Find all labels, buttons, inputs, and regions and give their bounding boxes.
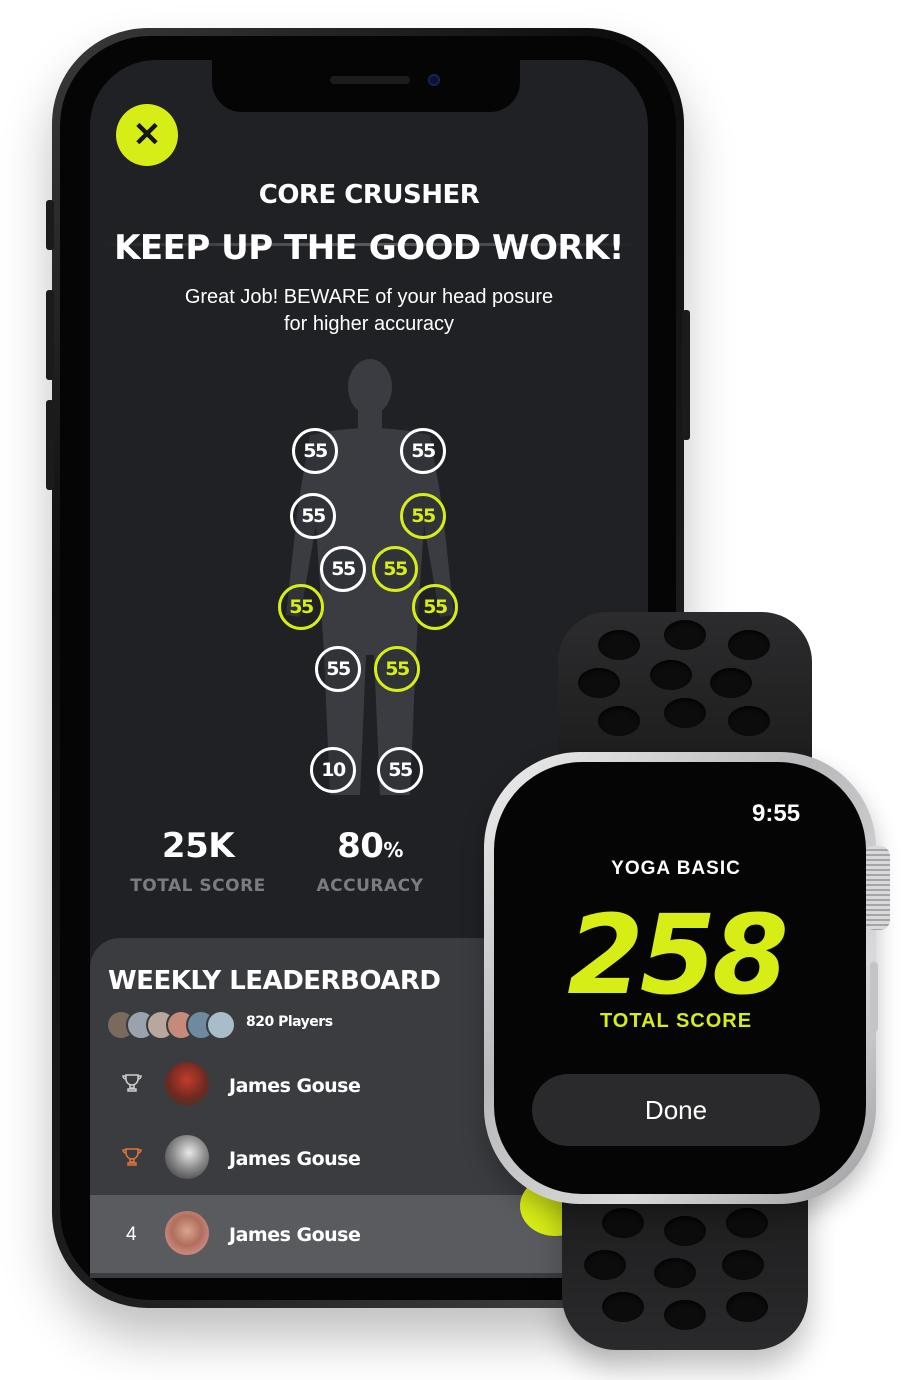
front-camera [428,74,440,86]
feedback-line-1: Great Job! BEWARE of your head posure [184,286,554,308]
rank-number: 4 [126,1224,137,1245]
leaderboard-title: WEEKLY LEADERBOARD [108,966,441,996]
volume-down-button [46,400,54,490]
body-score-badge-highlight: 55 [412,584,458,630]
accuracy-label: ACCURACY [316,876,424,896]
body-score-badge: 55 [315,646,361,692]
body-score-badge-highlight: 55 [278,584,324,630]
players-count: 820 Players [246,1014,333,1030]
body-score-badge-highlight: 55 [400,493,446,539]
feedback-line-2: for higher accuracy [283,313,455,335]
mute-switch [46,200,54,250]
close-icon: ✕ [132,116,162,154]
player-name: James Gouse [229,1075,361,1097]
body-score-badge: 55 [400,428,446,474]
speaker-grille [330,76,410,84]
headline: KEEP UP THE GOOD WORK! [114,228,624,268]
body-score-badge: 55 [290,493,336,539]
digital-crown[interactable] [864,846,890,930]
body-score-badge: 55 [292,428,338,474]
player-name: James Gouse [229,1224,361,1246]
watch-workout-title: YOGA BASIC [611,858,741,879]
volume-up-button [46,290,54,380]
player-name: James Gouse [229,1148,361,1170]
avatar [206,1010,236,1040]
phone-notch [212,60,520,112]
body-score-badge-highlight: 55 [374,646,420,692]
power-button [682,310,690,440]
watch-score-label: TOTAL SCORE [599,1010,753,1032]
body-score-badge-highlight: 55 [372,546,418,592]
body-score-badge: 55 [320,546,366,592]
accuracy-value: 80% [337,826,403,866]
watch-side-button[interactable] [870,962,878,1032]
body-score-badge: 10 [310,747,356,793]
avatar [165,1062,209,1106]
total-score-label: TOTAL SCORE [130,876,266,896]
avatar [165,1211,209,1255]
watch-score: 258 [567,891,789,1019]
workout-title: CORE CRUSHER [258,180,480,210]
watch-time: 9:55 [752,800,801,827]
close-button[interactable]: ✕ [116,104,178,166]
trophy-bronze-icon [117,1146,147,1176]
trophy-silver-icon [117,1072,147,1102]
body-score-badge: 55 [377,747,423,793]
avatar [165,1135,209,1179]
total-score-value: 25K [161,826,235,866]
done-button[interactable]: Done [532,1074,820,1146]
